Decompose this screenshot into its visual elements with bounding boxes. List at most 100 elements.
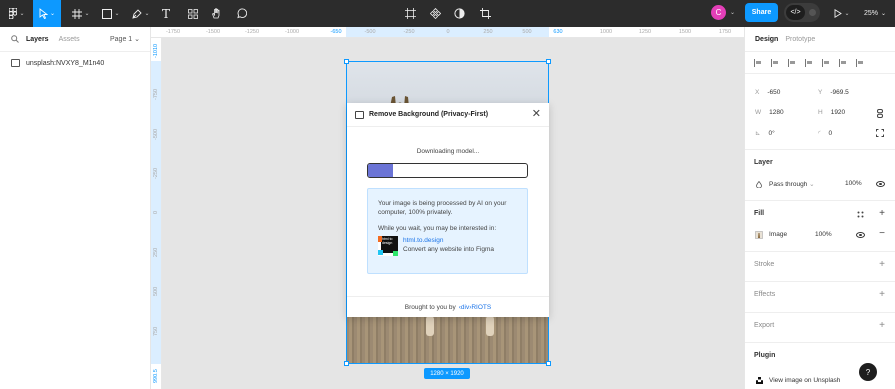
- share-button[interactable]: Share: [745, 3, 778, 22]
- resize-handle-bottom-left[interactable]: [344, 361, 349, 366]
- align-left-icon[interactable]: [754, 58, 763, 67]
- shape-tool-button[interactable]: ⌄: [100, 0, 122, 27]
- blend-mode-dropdown[interactable]: Pass through ⌄: [769, 180, 815, 188]
- help-button[interactable]: ?: [859, 363, 877, 381]
- page-selector[interactable]: Page 1 ⌄: [110, 35, 140, 43]
- remove-fill-icon[interactable]: −: [879, 229, 885, 239]
- stroke-section-title: Stroke: [754, 261, 775, 268]
- text-tool-button[interactable]: T: [159, 0, 173, 27]
- ruler-selection-start: -650: [330, 29, 342, 35]
- layer-row[interactable]: unsplash:NVXY8_M1n40: [0, 54, 150, 72]
- comment-tool-button[interactable]: [234, 0, 248, 27]
- search-icon[interactable]: [11, 35, 19, 43]
- ruler-selection-start: -1010: [153, 43, 159, 59]
- crop-button[interactable]: [478, 0, 492, 27]
- independent-corners-icon[interactable]: [876, 129, 884, 137]
- align-top-icon[interactable]: [805, 58, 814, 67]
- cursor-arrow-icon: [39, 8, 48, 19]
- ruler-tick-label: 500: [153, 286, 159, 296]
- add-effect-icon[interactable]: +: [879, 290, 885, 300]
- move-tool-button[interactable]: ⌄: [33, 0, 61, 27]
- plugin-title: Remove Background (Privacy-First): [369, 111, 489, 118]
- fill-opacity-field[interactable]: 100%: [815, 231, 832, 238]
- contrast-circle-icon: [453, 8, 465, 19]
- zoom-level-dropdown[interactable]: 25% ⌄: [864, 0, 886, 27]
- user-avatar[interactable]: C: [711, 5, 726, 20]
- image-fill-thumbnail-icon[interactable]: [755, 231, 763, 239]
- align-bottom-icon[interactable]: [839, 58, 848, 67]
- height-field[interactable]: H 1920: [818, 109, 845, 116]
- blend-mode-value: Pass through: [769, 181, 808, 188]
- chevron-down-icon[interactable]: ⌄: [730, 9, 735, 16]
- plugin-dialog: Remove Background (Privacy-First) ✕ Down…: [347, 103, 549, 317]
- code-brackets-icon: </>: [786, 5, 805, 20]
- zoom-value: 25%: [864, 10, 879, 17]
- ruler-tick-label: -250: [153, 167, 159, 179]
- tab-design[interactable]: Design: [755, 36, 778, 43]
- eye-icon[interactable]: [856, 232, 865, 238]
- width-field[interactable]: W 1280: [755, 109, 784, 116]
- constrain-proportions-icon[interactable]: [877, 109, 883, 118]
- main-menu-button[interactable]: ⌄: [6, 0, 28, 27]
- tab-layers[interactable]: Layers: [26, 36, 49, 43]
- chevron-down-icon: ⌄: [114, 11, 120, 17]
- tab-prototype[interactable]: Prototype: [785, 36, 815, 43]
- layer-name: unsplash:NVXY8_M1n40: [26, 59, 105, 67]
- mask-button[interactable]: [452, 0, 466, 27]
- pen-tool-button[interactable]: ⌄: [130, 0, 152, 27]
- resize-handle-bottom-right[interactable]: [546, 361, 551, 366]
- play-icon: [835, 9, 843, 18]
- view-on-unsplash-link[interactable]: View image on Unsplash: [769, 377, 840, 384]
- footer-prefix: Brought to you by: [404, 303, 456, 311]
- resize-handle-top-left[interactable]: [344, 59, 349, 64]
- ruler-tick-label: -1000: [284, 29, 300, 35]
- promo-item[interactable]: html to design html.to.design Convert an…: [378, 236, 517, 256]
- corner-radius-field[interactable]: ◜ 0: [818, 129, 832, 137]
- logo-accent: [378, 250, 383, 255]
- dev-mode-toggle[interactable]: </>: [784, 3, 820, 22]
- y-field[interactable]: Y -969.5: [818, 89, 849, 96]
- rotation-icon: ⊾: [755, 130, 761, 137]
- component-diamond-icon: [429, 8, 441, 19]
- selection-size-badge: 1280 × 1920: [424, 368, 470, 379]
- component-button[interactable]: [428, 0, 442, 27]
- resize-handle-top-right[interactable]: [546, 59, 551, 64]
- pen-icon: [132, 8, 143, 19]
- hand-tool-button[interactable]: [209, 0, 223, 27]
- layer-opacity-field[interactable]: 100%: [845, 180, 862, 187]
- hand-icon: [211, 8, 219, 19]
- align-middle-icon[interactable]: [822, 58, 831, 67]
- resources-button[interactable]: [186, 0, 200, 27]
- toggle-dot: [809, 9, 816, 16]
- add-fill-icon[interactable]: +: [879, 209, 885, 219]
- component-fit-button[interactable]: [403, 0, 417, 27]
- ruler-tick-label: 0: [153, 210, 159, 214]
- rotation-field[interactable]: ⊾ 0°: [755, 129, 775, 137]
- html-to-design-logo: html to design: [378, 236, 398, 256]
- distribute-icon[interactable]: [856, 58, 865, 67]
- eye-icon[interactable]: [876, 181, 885, 187]
- fill-type-label[interactable]: Image: [769, 231, 787, 238]
- close-icon[interactable]: ✕: [532, 109, 541, 120]
- align-right-icon[interactable]: [788, 58, 797, 67]
- blend-drop-icon: [756, 181, 762, 188]
- chevron-down-icon: ⌄: [19, 11, 25, 17]
- align-center-horizontal-icon[interactable]: [771, 58, 780, 67]
- divider: [745, 312, 895, 313]
- present-button[interactable]: ⌄: [832, 0, 852, 27]
- ruler-tick-label: -500: [153, 128, 159, 140]
- layers-panel: Layers Assets Page 1 ⌄ unsplash:NVXY8_M1…: [0, 27, 151, 389]
- frame-tool-button[interactable]: ⌄: [70, 0, 92, 27]
- add-export-icon[interactable]: +: [879, 321, 885, 331]
- footer-brand-link[interactable]: ‹div›RIOTS: [459, 304, 492, 311]
- x-field[interactable]: X -650: [755, 89, 780, 96]
- ruler-tick-label: 1250: [638, 29, 652, 35]
- tab-assets[interactable]: Assets: [59, 36, 80, 43]
- styles-grid-icon[interactable]: [857, 211, 864, 218]
- ruler-tick-label: 500: [522, 29, 532, 35]
- ruler-tick-label: 750: [153, 326, 159, 336]
- ruler-tick-label: 1000: [599, 29, 613, 35]
- export-section-title: Export: [754, 322, 775, 329]
- add-stroke-icon[interactable]: +: [879, 260, 885, 270]
- promo-link[interactable]: html.to.design: [403, 236, 494, 245]
